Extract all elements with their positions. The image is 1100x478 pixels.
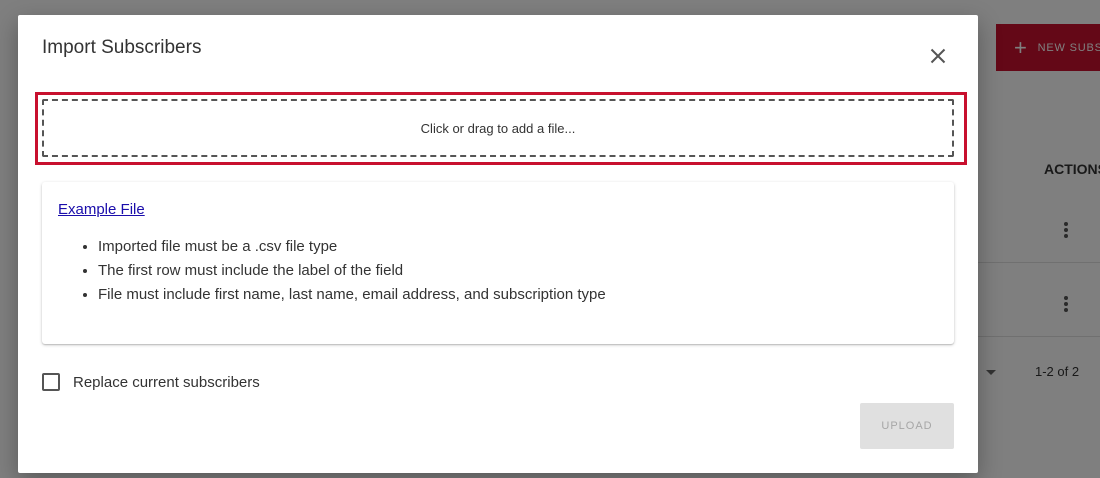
upload-button[interactable]: UPLOAD (860, 403, 954, 449)
list-item: Imported file must be a .csv file type (98, 235, 606, 259)
import-rules-list: Imported file must be a .csv file type T… (58, 235, 606, 307)
list-item: File must include first name, last name,… (98, 283, 606, 307)
replace-subscribers-checkbox[interactable] (42, 373, 60, 391)
file-dropzone[interactable]: Click or drag to add a file... (42, 99, 954, 157)
close-button[interactable] (926, 44, 950, 68)
close-icon (930, 48, 946, 64)
example-file-link[interactable]: Example File (58, 201, 145, 218)
page: + NEW SUBSCRIBER ACTIONS 1-2 of 2 Import… (0, 0, 1100, 478)
replace-subscribers-option[interactable]: Replace current subscribers (42, 372, 260, 392)
import-instructions-card: Example File Imported file must be a .cs… (42, 182, 954, 344)
replace-subscribers-label[interactable]: Replace current subscribers (73, 374, 260, 391)
dialog-title: Import Subscribers (42, 37, 202, 58)
import-subscribers-dialog: Import Subscribers Click or drag to add … (18, 15, 978, 473)
list-item: The first row must include the label of … (98, 259, 606, 283)
dropzone-text: Click or drag to add a file... (420, 120, 576, 136)
